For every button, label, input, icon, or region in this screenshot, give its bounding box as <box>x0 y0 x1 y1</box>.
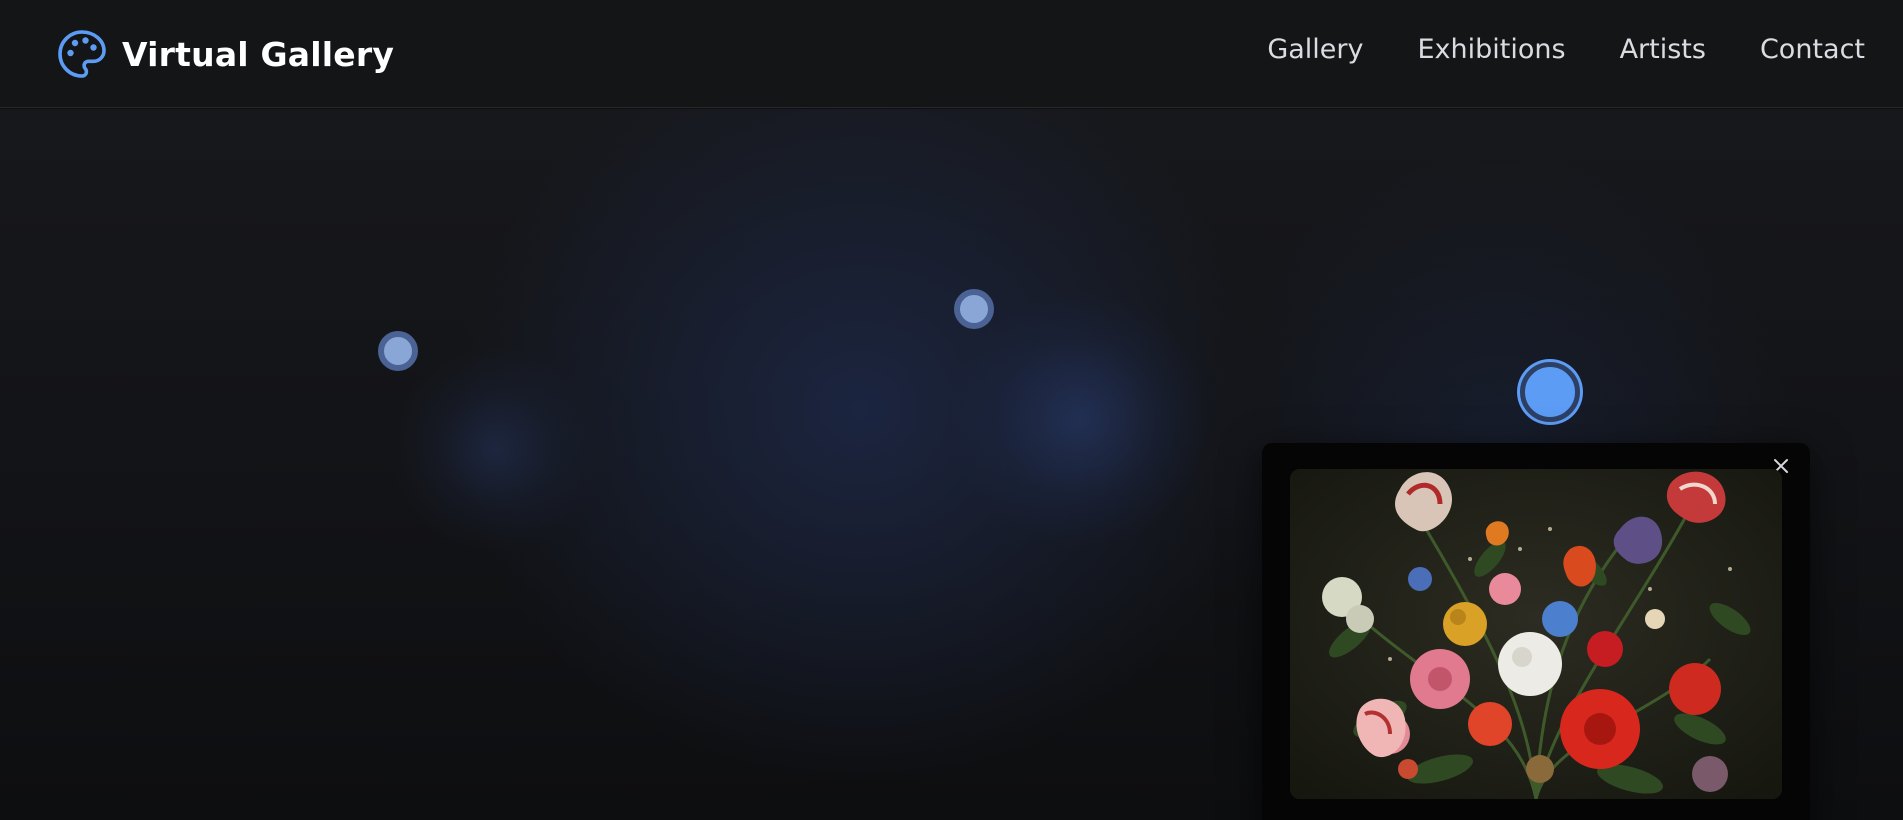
site-header: Virtual Gallery Gallery Exhibitions Arti… <box>0 0 1903 108</box>
brand[interactable]: Virtual Gallery <box>56 28 394 80</box>
nav-artists[interactable]: Artists <box>1620 34 1706 65</box>
still-life-flowers-painting <box>1290 469 1782 799</box>
gallery-stage[interactable] <box>0 109 1903 820</box>
artwork-preview-popup <box>1262 443 1810 820</box>
artwork-hotspot-1[interactable] <box>378 331 418 371</box>
palette-icon <box>58 30 106 78</box>
spotlight-glow <box>950 289 1210 549</box>
nav-contact[interactable]: Contact <box>1760 34 1865 65</box>
nav-gallery[interactable]: Gallery <box>1267 34 1363 65</box>
main-nav: Gallery Exhibitions Artists Contact <box>1267 34 1865 65</box>
nav-exhibitions[interactable]: Exhibitions <box>1417 34 1565 65</box>
artwork-hotspot-2[interactable] <box>954 289 994 329</box>
artwork-image[interactable] <box>1290 469 1782 799</box>
artwork-hotspot-3-active[interactable] <box>1520 362 1580 422</box>
spotlight-glow <box>390 344 600 554</box>
site-title: Virtual Gallery <box>122 34 395 74</box>
